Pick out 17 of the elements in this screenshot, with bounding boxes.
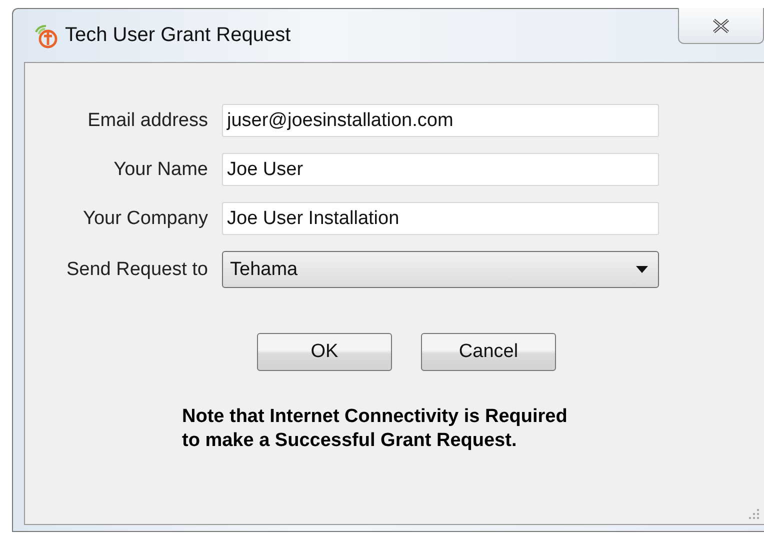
input-field[interactable]: Joe User Installation — [222, 202, 659, 235]
input-field[interactable]: Joe User — [222, 153, 659, 186]
field-label: Your Name — [112, 158, 208, 180]
input-field[interactable]: juser@joesinstallation.com — [222, 104, 659, 137]
dialog-button[interactable]: Cancel — [421, 333, 556, 371]
field-label: Email address — [86, 110, 208, 132]
close-button[interactable] — [678, 8, 764, 44]
close-icon — [711, 18, 731, 34]
dropdown-field[interactable]: Tehama — [222, 251, 659, 288]
resize-grip-icon — [748, 508, 760, 520]
app-logo-icon — [33, 22, 59, 48]
dropdown-arrow-icon — [636, 266, 648, 273]
notice-text: Note that Internet Connectivity is Required to make a Successful Grant Request. — [182, 405, 568, 453]
window-title: Tech User Grant Request — [65, 24, 291, 47]
field-label: Send Request to — [65, 258, 208, 280]
dialog-button[interactable]: OK — [257, 333, 392, 371]
field-label: Your Company — [82, 208, 208, 230]
